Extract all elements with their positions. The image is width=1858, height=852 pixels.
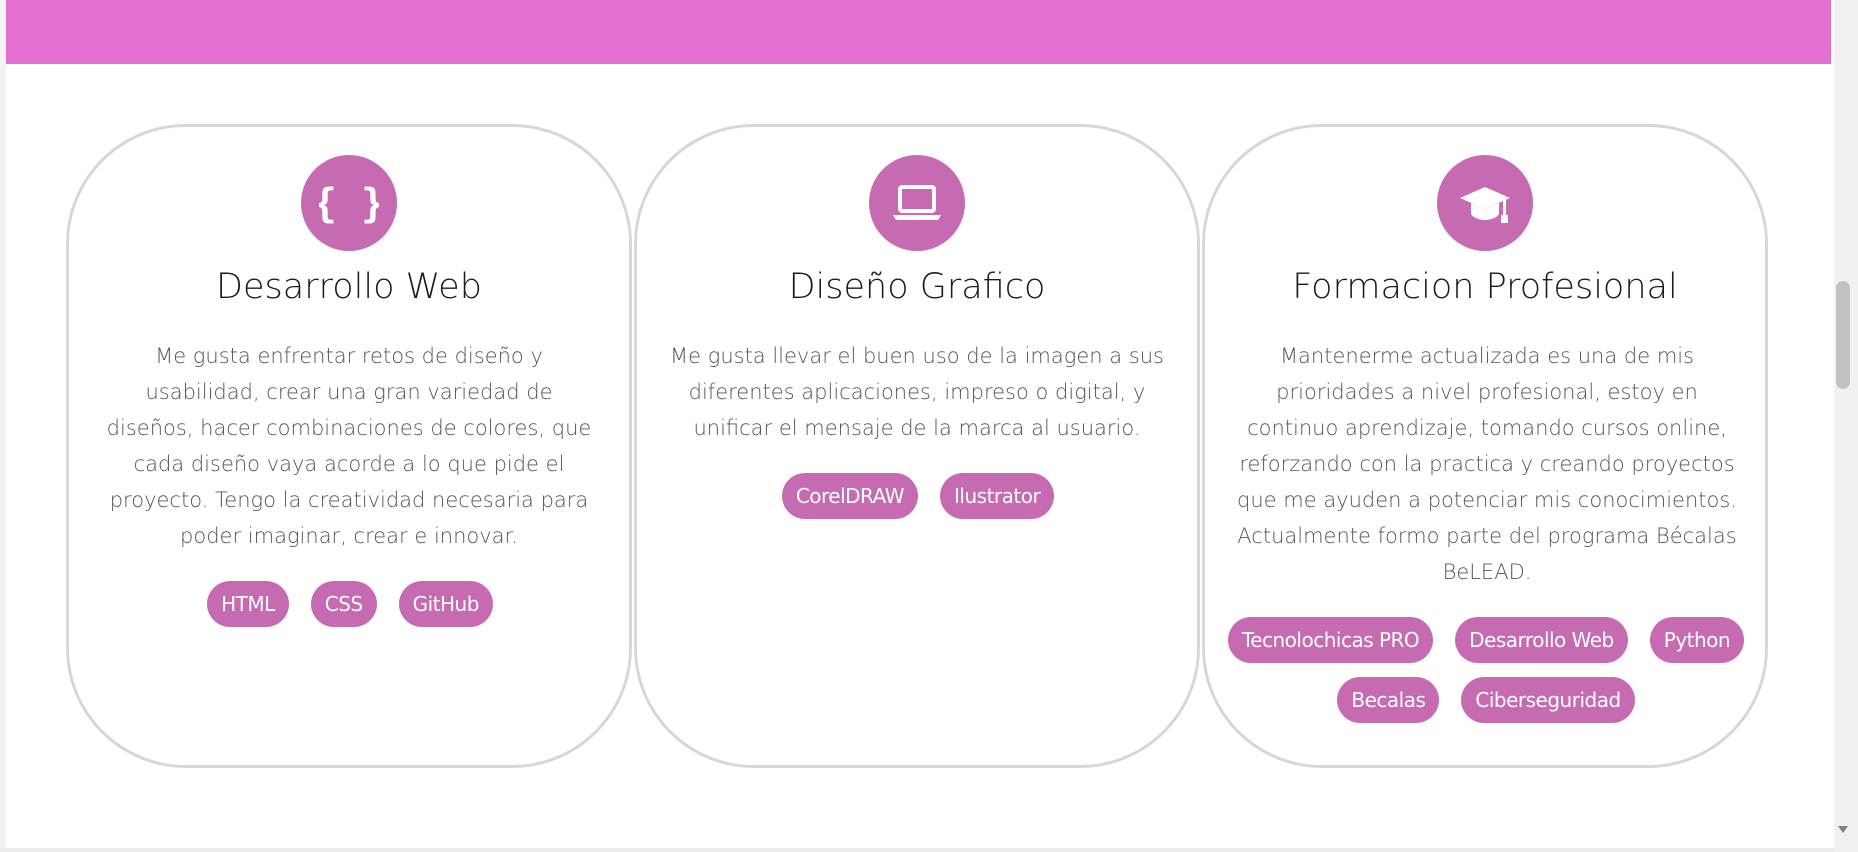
scrollbar-thumb[interactable] (1836, 281, 1850, 389)
services-section: { } Desarrollo Web Me gusta enfrentar re… (66, 124, 1772, 772)
vertical-scrollbar[interactable] (1834, 0, 1858, 852)
skill-tag-python[interactable]: Python (1649, 617, 1745, 663)
service-card-title: Diseño Grafico (788, 267, 1046, 307)
page-left-edge (0, 0, 6, 852)
skill-tag-css[interactable]: CSS (310, 581, 377, 627)
skill-tag-becalas[interactable]: Becalas (1337, 677, 1440, 723)
skill-tag-ilustrator[interactable]: Ilustrator (940, 473, 1055, 519)
scroll-down-arrow-icon[interactable] (1836, 822, 1850, 836)
skill-tag-tecnolochicas-pro[interactable]: Tecnolochicas PRO (1227, 617, 1434, 663)
graduation-cap-icon (1437, 155, 1533, 251)
skill-tag-list: HTML CSS GitHub (89, 581, 611, 627)
page-bottom-edge (0, 848, 1834, 852)
header-band (6, 0, 1831, 64)
skill-tag-list: CorelDRAW Ilustrator (657, 473, 1179, 519)
code-braces-icon: { } (301, 155, 397, 251)
service-card-professional-training: Formacion Profesional Mantenerme actuali… (1202, 124, 1768, 768)
skill-tag-html[interactable]: HTML (207, 581, 289, 627)
skill-tag-desarrollo-web[interactable]: Desarrollo Web (1455, 617, 1628, 663)
service-card-description: Me gusta enfrentar retos de diseño y usa… (106, 344, 592, 548)
skill-tag-ciberseguridad[interactable]: Ciberseguridad (1461, 677, 1635, 723)
laptop-icon (869, 155, 965, 251)
service-card-title: Desarrollo Web (216, 267, 482, 307)
service-card-graphic-design: Diseño Grafico Me gusta llevar el buen u… (634, 124, 1200, 768)
skill-tag-coreldraw[interactable]: CorelDRAW (781, 473, 919, 519)
svg-text:{ }: { } (319, 181, 379, 227)
service-card-title: Formacion Profesional (1292, 267, 1678, 307)
skill-tag-list: Tecnolochicas PRO Desarrollo Web Python … (1225, 617, 1747, 723)
skill-tag-github[interactable]: GitHub (398, 581, 493, 627)
page: { } Desarrollo Web Me gusta enfrentar re… (0, 0, 1858, 852)
service-card-web-development: { } Desarrollo Web Me gusta enfrentar re… (66, 124, 632, 768)
service-card-description: Mantenerme actualizada es una de mis pri… (1237, 344, 1737, 584)
service-card-description: Me gusta llevar el buen uso de la imagen… (670, 344, 1164, 440)
